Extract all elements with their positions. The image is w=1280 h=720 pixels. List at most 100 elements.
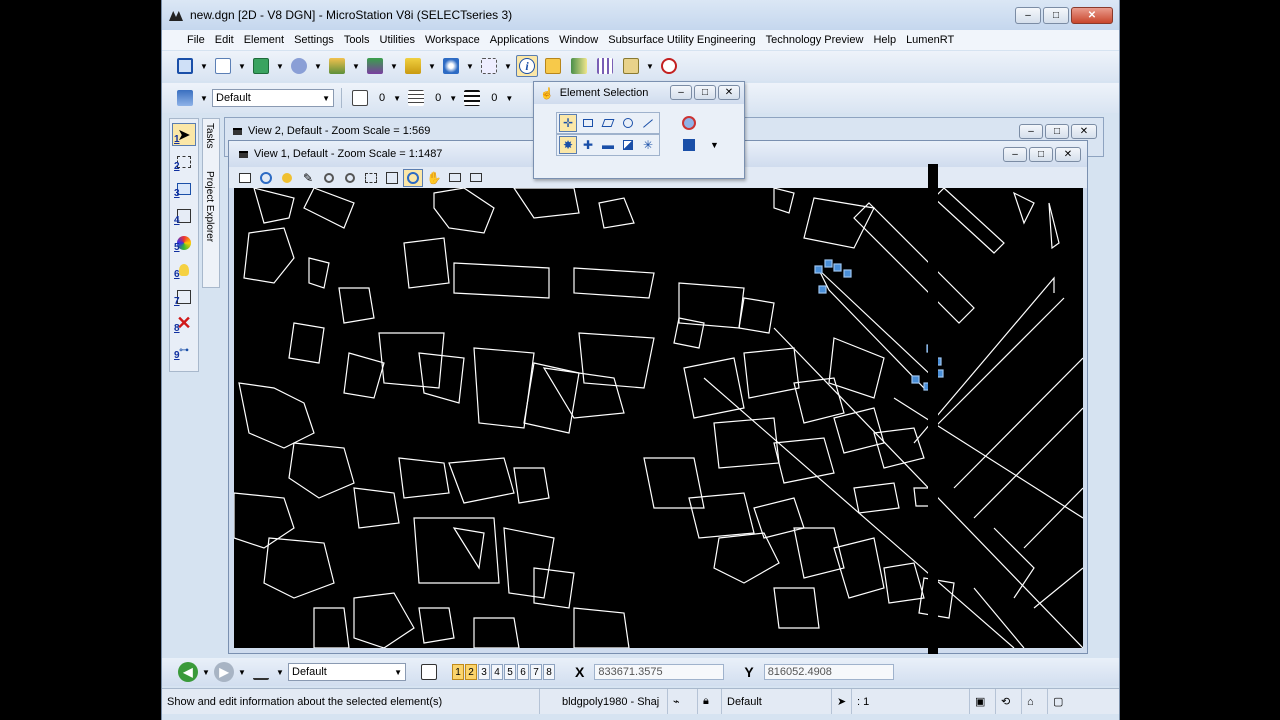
chevron-down-icon[interactable]: ▼ <box>466 55 474 77</box>
view-7-button[interactable]: 7 <box>530 664 542 680</box>
lighting-icon[interactable] <box>277 169 297 187</box>
y-coordinate-field[interactable]: 816052.4908 <box>763 664 894 680</box>
element-selection-dialog[interactable]: ☝ Element Selection ‒ □ ✕ ✛ ✸ ✚ ▬ ✳ ▼ <box>533 81 745 179</box>
selection-icon[interactable] <box>542 55 564 77</box>
chevron-down-icon[interactable]: ▼ <box>314 55 322 77</box>
chevron-down-icon[interactable]: ▼ <box>200 87 208 109</box>
minimize-button[interactable]: ‒ <box>1015 7 1041 24</box>
view-next-icon[interactable] <box>466 169 486 187</box>
menu-workspace[interactable]: Workspace <box>420 34 485 46</box>
menu-file[interactable]: File <box>182 34 210 46</box>
line-style-icon[interactable] <box>405 87 427 109</box>
x-coordinate-field[interactable]: 833671.3575 <box>594 664 725 680</box>
view-2-close-button[interactable]: ✕ <box>1071 124 1097 139</box>
home-icon[interactable]: ⌂ <box>1022 689 1048 714</box>
selection-options-icon[interactable] <box>680 136 698 154</box>
view-3-button[interactable]: 3 <box>478 664 490 680</box>
primary-tools-icon[interactable] <box>174 55 196 77</box>
element-information-icon[interactable]: i <box>516 55 538 77</box>
raster-manager-icon[interactable] <box>326 55 348 77</box>
color-value[interactable]: 0 <box>375 92 389 104</box>
element-selection-minimize-button[interactable]: ‒ <box>670 85 692 100</box>
maximize-button[interactable]: □ <box>1043 7 1069 24</box>
view-1-minimize-button[interactable]: ‒ <box>1003 147 1027 162</box>
pan-view-icon[interactable]: ✋ <box>424 169 444 187</box>
circle-select-icon[interactable] <box>619 114 637 132</box>
add-to-selection-icon[interactable]: ✚ <box>579 136 597 154</box>
delete-icon[interactable] <box>658 55 680 77</box>
display-style-icon[interactable] <box>256 169 276 187</box>
menu-technology-preview[interactable]: Technology Preview <box>761 34 869 46</box>
design-history-icon[interactable]: ⟲ <box>996 689 1022 714</box>
chevron-down-icon[interactable]: ▼ <box>393 87 401 109</box>
view-8-button[interactable]: 8 <box>543 664 555 680</box>
element-selection-close-button[interactable]: ✕ <box>718 85 740 100</box>
chevron-down-icon[interactable]: ▼ <box>238 55 246 77</box>
manipulate-tool[interactable]: 3 <box>172 177 196 200</box>
back-icon[interactable]: ◀ <box>178 662 198 682</box>
invert-selection-icon[interactable] <box>619 136 637 154</box>
models-icon[interactable] <box>250 55 272 77</box>
new-file-icon[interactable] <box>212 55 234 77</box>
chevron-down-icon[interactable]: ▼ <box>202 661 210 683</box>
menu-tools[interactable]: Tools <box>339 34 375 46</box>
line-select-icon[interactable] <box>639 114 657 132</box>
update-view-icon[interactable]: ✎ <box>298 169 318 187</box>
new-selection-icon[interactable]: ✸ <box>559 136 577 154</box>
view-2-minimize-button[interactable]: ‒ <box>1019 124 1043 139</box>
tab-tasks[interactable]: Tasks <box>203 119 216 153</box>
menu-element[interactable]: Element <box>239 34 289 46</box>
drawing-canvas[interactable] <box>234 188 1083 648</box>
view-1-window[interactable]: View 1, Default - Zoom Scale = 1:1487 ‒ … <box>228 140 1088 654</box>
attributes-tool[interactable]: 5 <box>172 231 196 254</box>
menu-window[interactable]: Window <box>554 34 603 46</box>
color-icon[interactable] <box>349 87 371 109</box>
element-type-filter-icon[interactable] <box>680 114 698 132</box>
chevron-down-icon[interactable]: ▼ <box>646 55 654 77</box>
shape-select-icon[interactable] <box>599 114 617 132</box>
accudraw-icon[interactable] <box>478 55 500 77</box>
chevron-down-icon[interactable]: ▼ <box>504 55 512 77</box>
level-display-icon[interactable] <box>402 55 424 77</box>
chevron-down-icon[interactable]: ▼ <box>505 87 513 109</box>
view-1-button[interactable]: 1 <box>452 664 464 680</box>
change-attributes-tool[interactable]: 6 <box>172 258 196 281</box>
snap-mode-icon[interactable] <box>250 661 272 683</box>
element-selection-maximize-button[interactable]: □ <box>694 85 716 100</box>
tab-project-explorer[interactable]: Project Explorer <box>203 167 216 246</box>
view-groups-icon[interactable] <box>418 661 440 683</box>
rotate-view-icon[interactable] <box>403 168 423 187</box>
menu-subsurface[interactable]: Subsurface Utility Engineering <box>603 34 760 46</box>
chevron-down-icon[interactable]: ▼ <box>276 661 284 683</box>
level-manager-icon[interactable] <box>364 55 386 77</box>
bookmark-icon[interactable] <box>568 55 590 77</box>
scale-tool[interactable]: 7 <box>172 285 196 308</box>
messages-icon[interactable]: ▢ <box>1048 689 1074 714</box>
modify-tool[interactable]: 4 <box>172 204 196 227</box>
view-2-button[interactable]: 2 <box>465 664 477 680</box>
view-previous-icon[interactable] <box>445 169 465 187</box>
chevron-down-icon[interactable]: ▼ <box>390 55 398 77</box>
zoom-in-icon[interactable] <box>319 169 339 187</box>
bottom-level-select[interactable]: Default ▼ <box>288 663 406 681</box>
weight-value[interactable]: 0 <box>487 92 501 104</box>
style-value[interactable]: 0 <box>431 92 445 104</box>
snaps-icon[interactable] <box>440 55 462 77</box>
block-select-icon[interactable] <box>579 114 597 132</box>
measure-tool[interactable]: ⊶ 9 <box>172 339 196 362</box>
window-area-icon[interactable] <box>361 169 381 187</box>
forward-icon[interactable]: ▶ <box>214 662 234 682</box>
chevron-down-icon[interactable]: ▼ <box>428 55 436 77</box>
view-1-maximize-button[interactable]: □ <box>1029 147 1053 162</box>
chevron-down-icon[interactable]: ▼ <box>352 55 360 77</box>
individual-select-icon[interactable]: ✛ <box>559 114 577 132</box>
delete-tool[interactable]: ✕ 8 <box>172 312 196 335</box>
grid-icon[interactable] <box>594 55 616 77</box>
chevron-down-icon[interactable]: ▼ <box>200 55 208 77</box>
chevron-down-icon[interactable]: ▼ <box>449 87 457 109</box>
view-2-maximize-button[interactable]: □ <box>1045 124 1069 139</box>
close-button[interactable]: ✕ <box>1071 7 1113 24</box>
line-weight-icon[interactable] <box>461 87 483 109</box>
fence-tool[interactable]: 2 <box>172 150 196 173</box>
chevron-down-icon[interactable]: ▼ <box>276 55 284 77</box>
